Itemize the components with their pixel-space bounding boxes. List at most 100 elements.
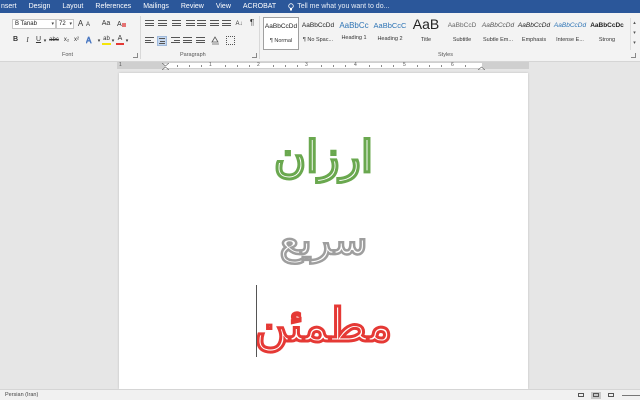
- style-name: Heading 2: [377, 36, 403, 42]
- right-indent-marker-icon[interactable]: [478, 63, 485, 70]
- style-subtle-emphasis[interactable]: AaBbCcDd Subtle Em...: [480, 17, 516, 50]
- style-sample: AaBbCcDc: [590, 22, 624, 29]
- svg-text:A: A: [117, 21, 122, 28]
- tab-view[interactable]: View: [210, 0, 237, 13]
- sort-icon[interactable]: A↓: [234, 19, 244, 29]
- numbering-icon[interactable]: [158, 20, 167, 28]
- rtl-direction-icon[interactable]: [222, 20, 231, 28]
- zoom-slider[interactable]: [622, 395, 640, 396]
- read-mode-icon[interactable]: [576, 392, 586, 399]
- style-name: Heading 1: [341, 35, 367, 41]
- text-effects-icon[interactable]: A: [86, 35, 96, 45]
- style-name: Emphasis: [521, 37, 547, 43]
- ruler-tick: [177, 65, 178, 67]
- tab-acrobat[interactable]: ACROBAT: [237, 0, 282, 13]
- chevron-down-icon[interactable]: ▾: [51, 20, 54, 28]
- horizontal-ruler[interactable]: 1 1 2 3 4 5 6: [117, 62, 529, 70]
- align-center-icon[interactable]: [157, 36, 167, 46]
- decrease-indent-icon[interactable]: [186, 20, 195, 28]
- style-title[interactable]: AaB Title: [408, 17, 444, 50]
- ruler-tick: [465, 65, 466, 67]
- tab-insert[interactable]: nsert: [0, 0, 23, 13]
- font-name-box[interactable]: B Tanab ▾: [12, 19, 56, 29]
- styles-dialog-launcher-icon[interactable]: [631, 53, 636, 58]
- style-no-spacing[interactable]: AaBbCcDd ¶ No Spac...: [300, 17, 336, 50]
- style-subtitle[interactable]: AaBbCcD Subtitle: [444, 17, 480, 50]
- ruler-tick: [321, 65, 322, 67]
- tab-mailings[interactable]: Mailings: [137, 0, 175, 13]
- style-normal[interactable]: AaBbCcDd ¶ Normal: [263, 17, 299, 50]
- tell-me-box[interactable]: Tell me what you want to do...: [288, 2, 390, 11]
- style-name: Subtitle: [452, 37, 472, 43]
- align-left-icon[interactable]: [145, 37, 154, 45]
- tab-design[interactable]: Design: [23, 0, 57, 13]
- ruler-tick: [189, 65, 190, 67]
- print-layout-icon[interactable]: [591, 392, 601, 399]
- highlight-button[interactable]: ab: [102, 35, 111, 45]
- indent-marker-icon[interactable]: [162, 63, 169, 70]
- document-line-1[interactable]: ارزان: [119, 131, 528, 185]
- style-sample: AaBbCcC: [373, 21, 407, 30]
- font-group-label: Font: [62, 52, 74, 58]
- grow-font-button[interactable]: A: [77, 19, 84, 29]
- ltr-direction-icon[interactable]: [210, 20, 219, 28]
- tab-review[interactable]: Review: [175, 0, 210, 13]
- chevron-down-icon[interactable]: ▾: [125, 36, 129, 46]
- style-name: Intense E...: [556, 37, 584, 43]
- font-dialog-launcher-icon[interactable]: [133, 53, 138, 58]
- svg-text:A: A: [86, 36, 92, 45]
- paragraph-dialog-launcher-icon[interactable]: [252, 53, 257, 58]
- borders-icon[interactable]: [226, 36, 235, 45]
- paragraph-group-label: Paragraph: [180, 52, 206, 58]
- chevron-down-icon[interactable]: ▾: [111, 36, 115, 46]
- style-name: Strong: [598, 37, 616, 43]
- font-size-box[interactable]: 72 ▾: [56, 19, 74, 29]
- style-sample: AaBbCcDd: [517, 22, 551, 29]
- italic-button[interactable]: I: [24, 35, 31, 45]
- chevron-down-icon[interactable]: ▾: [69, 20, 72, 28]
- style-name: Title: [420, 37, 432, 43]
- styles-scroll[interactable]: ▴ ▾ ▾: [630, 18, 638, 50]
- document-line-3[interactable]: مطمئن: [119, 297, 528, 354]
- tab-references[interactable]: References: [89, 0, 137, 13]
- align-right-icon[interactable]: [171, 37, 180, 45]
- web-layout-icon[interactable]: [606, 392, 616, 399]
- tell-me-text: Tell me what you want to do...: [297, 3, 390, 10]
- style-intense-emphasis[interactable]: AaBbCcDd Intense E...: [552, 17, 588, 50]
- style-strong[interactable]: AaBbCcDc Strong: [588, 17, 626, 50]
- show-marks-icon[interactable]: ¶: [248, 18, 256, 28]
- chevron-down-icon[interactable]: ▾: [97, 36, 101, 46]
- bullets-icon[interactable]: [145, 20, 154, 28]
- underline-button[interactable]: U: [35, 35, 42, 45]
- tab-layout[interactable]: Layout: [56, 0, 89, 13]
- clear-formatting-icon[interactable]: A: [117, 19, 127, 28]
- shrink-font-button[interactable]: A: [85, 20, 91, 30]
- ruler-margin-right: [482, 63, 529, 68]
- increase-indent-icon[interactable]: [197, 20, 206, 28]
- ruler-tick: [393, 65, 394, 67]
- style-sample: AaB: [412, 18, 440, 31]
- bold-button[interactable]: B: [12, 35, 19, 45]
- language-indicator[interactable]: Persian (Iran): [5, 392, 38, 398]
- document-line-2[interactable]: سریع: [119, 217, 528, 266]
- subscript-button[interactable]: x₂: [62, 35, 71, 45]
- style-heading-1[interactable]: AaBbCc Heading 1: [336, 17, 372, 50]
- shading-icon[interactable]: [211, 36, 220, 45]
- ruler-tick: [297, 65, 298, 67]
- ruler-tick: [369, 65, 370, 67]
- ruler-number: 1: [119, 62, 122, 68]
- document-page[interactable]: ارزان سریع مطمئن: [119, 73, 528, 389]
- style-name: ¶ No Spac...: [302, 37, 334, 43]
- font-color-button[interactable]: A: [116, 35, 124, 45]
- ruler-tick: [417, 65, 418, 67]
- line-spacing-icon[interactable]: [196, 37, 205, 45]
- superscript-button[interactable]: x²: [72, 35, 81, 45]
- chevron-down-icon[interactable]: ▾: [43, 36, 47, 46]
- style-heading-2[interactable]: AaBbCcC Heading 2: [372, 17, 408, 50]
- strikethrough-button[interactable]: abc: [48, 35, 60, 45]
- ruler-margin-left: [117, 63, 165, 68]
- multilevel-list-icon[interactable]: [172, 20, 181, 28]
- style-emphasis[interactable]: AaBbCcDd Emphasis: [516, 17, 552, 50]
- change-case-button[interactable]: Aa: [100, 19, 112, 29]
- justify-icon[interactable]: [183, 37, 192, 45]
